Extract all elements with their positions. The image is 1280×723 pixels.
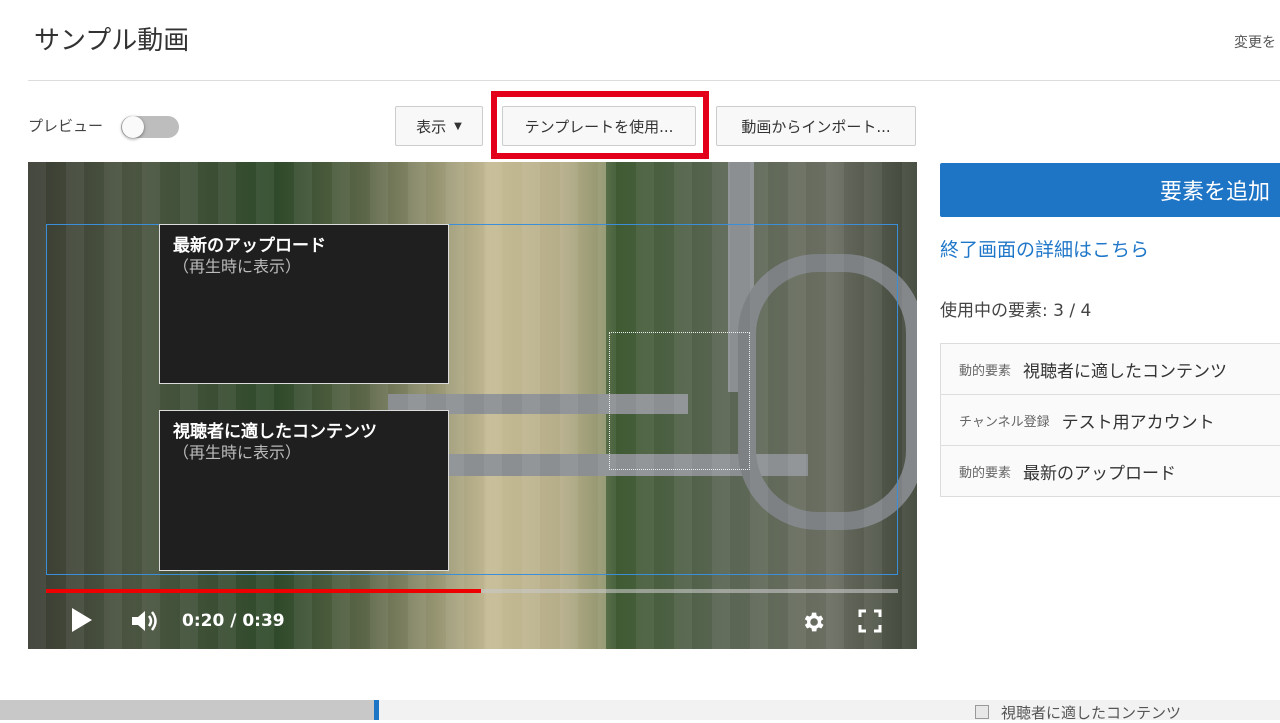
page-title: サンプル動画 bbox=[34, 26, 190, 56]
used-elements-list: 動的要素 視聴者に適したコンテンツ チャンネル登録 テスト用アカウント 動的要素… bbox=[940, 343, 1280, 497]
highlight-frame bbox=[491, 91, 709, 159]
element-title: 最新のアップロード bbox=[173, 236, 326, 256]
elements-usage-count: 使用中の要素: 3 / 4 bbox=[940, 301, 1092, 321]
preview-toggle[interactable] bbox=[121, 116, 179, 138]
element-type: チャンネル登録 bbox=[959, 414, 1050, 430]
element-type: 動的要素 bbox=[959, 465, 1012, 481]
show-dropdown-button[interactable]: 表示 ▼ bbox=[395, 106, 483, 146]
video-player[interactable]: 最新のアップロード （再生時に表示） 視聴者に適したコンテンツ （再生時に表示）… bbox=[28, 162, 917, 649]
endscreen-details-link[interactable]: 終了画面の詳細はこちら bbox=[940, 235, 1149, 262]
volume-icon[interactable] bbox=[130, 608, 162, 634]
play-icon[interactable] bbox=[72, 608, 92, 632]
timeline-video-track bbox=[0, 700, 374, 720]
subscribe-element-placeholder[interactable] bbox=[609, 332, 750, 470]
element-name: テスト用アカウント bbox=[1061, 412, 1215, 433]
header-divider bbox=[28, 80, 1280, 81]
list-item[interactable]: チャンネル登録 テスト用アカウント bbox=[941, 395, 1280, 446]
toggle-knob bbox=[122, 116, 144, 138]
import-from-video-button[interactable]: 動画からインポート... bbox=[716, 106, 916, 146]
endscreen-element-best-for-viewer[interactable]: 視聴者に適したコンテンツ （再生時に表示） bbox=[159, 410, 449, 571]
show-button-label: 表示 bbox=[416, 117, 447, 136]
time-display: 0:20 / 0:39 bbox=[182, 611, 285, 631]
timeline-element-label: 視聴者に適したコンテンツ bbox=[1001, 703, 1182, 722]
element-title: 視聴者に適したコンテンツ bbox=[173, 422, 377, 442]
fullscreen-icon[interactable] bbox=[858, 609, 882, 633]
progress-fill bbox=[46, 589, 481, 593]
list-item[interactable]: 動的要素 最新のアップロード bbox=[941, 446, 1280, 496]
save-changes-text[interactable]: 変更を bbox=[1234, 32, 1276, 52]
element-type: 動的要素 bbox=[959, 363, 1012, 379]
preview-label: プレビュー bbox=[28, 117, 104, 135]
gear-icon[interactable] bbox=[800, 609, 826, 635]
import-button-label: 動画からインポート... bbox=[741, 117, 891, 136]
element-subtitle: （再生時に表示） bbox=[173, 257, 302, 276]
timeline[interactable]: 視聴者に適したコンテンツ bbox=[0, 700, 1280, 722]
caret-down-icon: ▼ bbox=[454, 120, 462, 132]
element-name: 視聴者に適したコンテンツ bbox=[1023, 361, 1228, 382]
add-element-label: 要素を追加 bbox=[1160, 180, 1271, 205]
element-name: 最新のアップロード bbox=[1023, 463, 1177, 484]
element-type-icon bbox=[975, 705, 989, 719]
add-element-button[interactable]: 要素を追加 bbox=[940, 163, 1280, 217]
timeline-element[interactable]: 視聴者に適したコンテンツ bbox=[975, 703, 1182, 722]
timeline-playhead[interactable] bbox=[374, 700, 379, 720]
list-item[interactable]: 動的要素 視聴者に適したコンテンツ bbox=[941, 344, 1280, 395]
progress-bar[interactable] bbox=[46, 589, 898, 593]
endscreen-element-latest-upload[interactable]: 最新のアップロード （再生時に表示） bbox=[159, 224, 449, 384]
element-subtitle: （再生時に表示） bbox=[173, 443, 302, 462]
